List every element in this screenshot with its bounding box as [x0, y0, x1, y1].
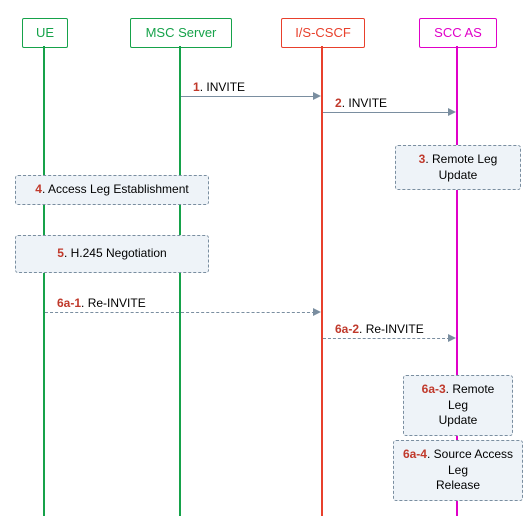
note-source-access-leg-release: 6a-4. Source Access Leg Release: [393, 440, 523, 501]
msg6a2-label: 6a-2. Re-INVITE: [335, 322, 424, 336]
participant-msc: MSC Server: [130, 18, 232, 48]
msg6a1-head: [313, 308, 321, 316]
msg6a1-label: 6a-1. Re-INVITE: [57, 296, 146, 310]
note-h245-negotiation: 5. H.245 Negotiation: [15, 235, 209, 273]
participant-ue: UE: [22, 18, 68, 48]
msg6a2-arrow: [323, 338, 450, 339]
msg1-label: 1. INVITE: [193, 80, 245, 94]
sequence-diagram: UE MSC Server I/S-CSCF SCC AS 1. INVITE …: [0, 0, 524, 523]
msg2-label: 2. INVITE: [335, 96, 387, 110]
participant-cscf: I/S-CSCF: [281, 18, 365, 48]
participant-scc: SCC AS: [419, 18, 497, 48]
msg1-head: [313, 92, 321, 100]
msg1-arrow: [181, 96, 315, 97]
note-remote-leg-update-6a3: 6a-3. Remote Leg Update: [403, 375, 513, 436]
note-access-leg-establishment: 4. Access Leg Establishment: [15, 175, 209, 205]
msg2-head: [448, 108, 456, 116]
lifeline-msc: [179, 46, 181, 516]
msg6a1-arrow: [45, 312, 315, 313]
lifeline-cscf: [321, 46, 323, 516]
note-remote-leg-update-3: 3. Remote Leg Update: [395, 145, 521, 190]
lifeline-ue: [43, 46, 45, 516]
msg2-arrow: [323, 112, 450, 113]
msg6a2-head: [448, 334, 456, 342]
